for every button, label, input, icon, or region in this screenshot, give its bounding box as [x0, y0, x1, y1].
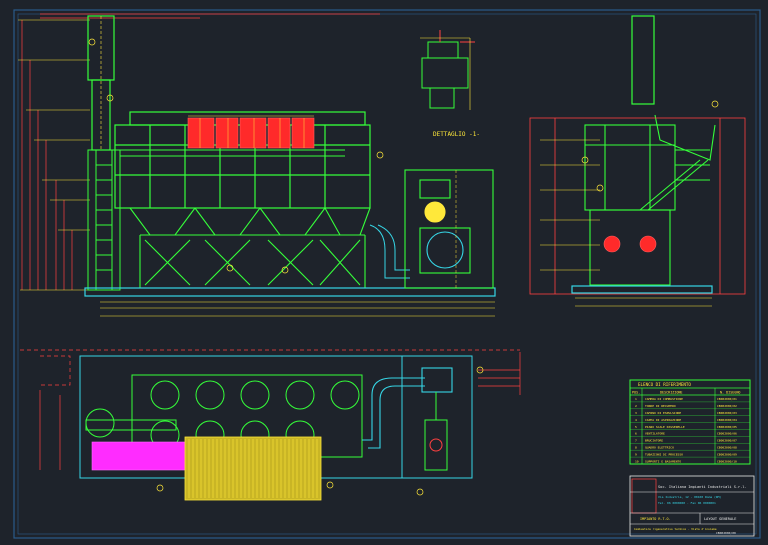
- legend-col-code: N. DISEGNO: [720, 391, 740, 395]
- legend-row-pos: 1: [635, 397, 637, 401]
- front-dimension-bottom: [100, 301, 495, 317]
- legend-row-code: CB002000/07: [717, 439, 737, 443]
- title-address-1: Via Industria, 12 - 00100 Roma (RM): [658, 495, 721, 499]
- cad-drawing-stage: DETTAGLIO -1- ELENCO DI RIFERIMENTO POS.…: [0, 0, 768, 545]
- plan-view: [20, 349, 521, 501]
- front-elevation-view: [18, 13, 496, 317]
- legend-row-pos: 4: [635, 418, 637, 422]
- chimney-stack: [87, 15, 115, 151]
- legend-row-code: CB002000/10: [717, 459, 737, 463]
- title-subject: Combustore rigenerativo termico - Vista …: [634, 527, 717, 531]
- side-chimney: [631, 15, 655, 105]
- plan-fan: [424, 392, 448, 471]
- walkway-ladder: [87, 149, 345, 291]
- legend-row-code: CB002000/03: [717, 411, 737, 415]
- legend-row-pos: 3: [635, 411, 637, 415]
- legend-row-pos: 8: [635, 445, 637, 449]
- legend-table: ELENCO DI RIFERIMENTO POS. DESCRIZIONE N…: [629, 379, 751, 465]
- legend-row-pos: 2: [635, 404, 637, 408]
- side-body: [584, 114, 716, 286]
- legend-row-code: CB002000/06: [717, 432, 737, 436]
- title-company: Soc. Italiana Impianti Industriali S.r.l…: [658, 485, 747, 489]
- legend-row-code: CB002000/05: [717, 425, 737, 429]
- legend-row-desc: BRUCIATORE: [645, 439, 663, 443]
- legend-row-desc: CAPPA DI ASPIRAZIONE: [645, 418, 681, 422]
- title-address-2: Tel. 06 0000000 - Fax 06 0000001: [658, 501, 716, 505]
- legend-row-pos: 7: [635, 439, 637, 443]
- support-hoppers: [129, 207, 371, 288]
- side-elevation-view: [529, 15, 746, 307]
- legend-row-pos: 10: [635, 459, 639, 463]
- legend-row-desc: PIANO SCALE PASSERELLE: [645, 425, 685, 429]
- plan-magenta-zone: [91, 441, 187, 471]
- legend-row-pos: 5: [635, 425, 637, 429]
- legend-row-desc: CAMERA DI COMBUSTIONE: [645, 397, 683, 401]
- fan-housing: [404, 169, 494, 289]
- side-base: [571, 285, 713, 294]
- legend-row-code: CB002000/01: [717, 397, 737, 401]
- legend-row-code: CB002000/02: [717, 404, 737, 408]
- legend-row-desc: CAMINO DI ESPULSIONE: [645, 411, 681, 415]
- legend-row-pos: 9: [635, 452, 637, 456]
- legend-row-code: CB002000/09: [717, 452, 737, 456]
- title-block: Soc. Italiana Impianti Industriali S.r.l…: [629, 475, 755, 537]
- title-drawing-label: IMPIANTO R.T.O.: [640, 517, 671, 521]
- legend-row-code: CB002000/08: [717, 445, 737, 449]
- legend-row-desc: QUADRO ELETTRICO: [645, 445, 674, 449]
- side-burners: [603, 235, 657, 253]
- ductwork: [369, 224, 410, 279]
- front-dimension-left: [21, 20, 73, 290]
- legend-row-pos: 6: [635, 432, 637, 436]
- legend-row-desc: SUPPORTI E BASAMENTO: [645, 459, 681, 463]
- plan-ductwork: [362, 367, 453, 449]
- front-base-plate: [84, 287, 496, 297]
- title-number: CB002000/00: [716, 531, 736, 535]
- legend-title: ELENCO DI RIFERIMENTO: [638, 382, 691, 387]
- cad-drawing: DETTAGLIO -1- ELENCO DI RIFERIMENTO POS.…: [13, 9, 761, 539]
- burner-modules: [187, 117, 315, 149]
- title-drawing-title: LAYOUT GENERALE: [704, 517, 736, 521]
- legend-row-desc: VENTILATORE: [645, 432, 665, 436]
- legend-col-desc: DESCRIZIONE: [660, 391, 682, 395]
- legend-rows: 1 CAMERA DI COMBUSTIONE CB002000/01 2 TORRE …: [630, 397, 750, 465]
- legend-row-code: CB002000/04: [717, 418, 737, 422]
- legend-row-desc: TORRE DI RECUPERO: [645, 404, 676, 408]
- legend-row-desc: TUBAZIONI DI PROCESSO: [645, 452, 683, 456]
- detail-caption: DETTAGLIO -1-: [433, 131, 480, 138]
- detail-1-view: DETTAGLIO -1-: [420, 30, 480, 138]
- legend-col-pos: POS.: [632, 391, 640, 395]
